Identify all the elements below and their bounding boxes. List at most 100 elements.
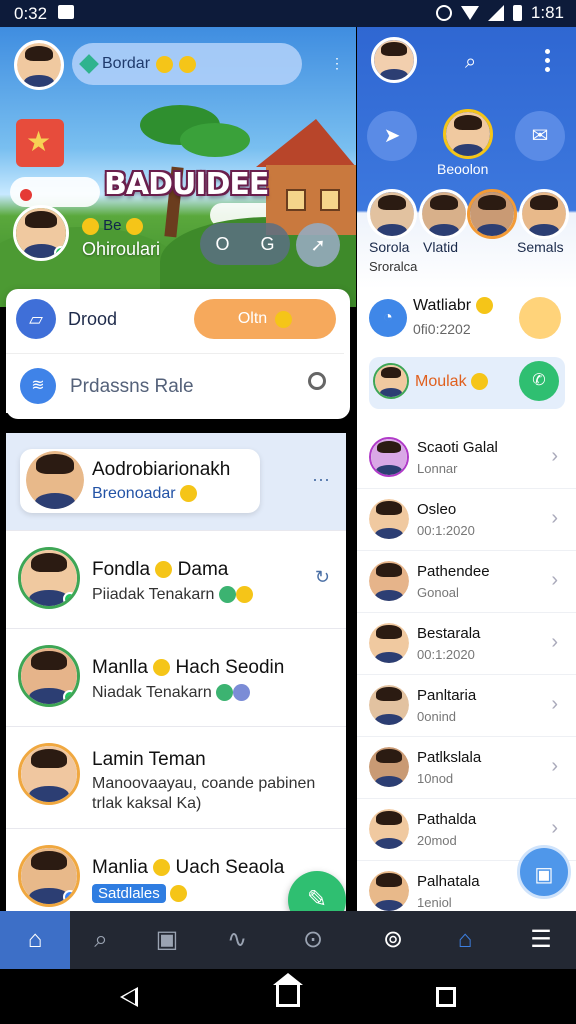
avatar (369, 499, 409, 539)
chat-name: Lamin Teman (92, 749, 206, 770)
list-item[interactable]: Scaoti Galal Lonnar › (357, 427, 576, 489)
highlight-title: Moulak (415, 373, 489, 391)
right-profile-avatar[interactable] (371, 37, 417, 83)
item-sub: 10nod (417, 771, 454, 786)
item-name: Palhatala (417, 873, 480, 890)
avatar (373, 363, 409, 399)
nav-inbox[interactable]: ▣ (136, 911, 198, 969)
profile-avatar[interactable] (14, 40, 64, 90)
nav-menu[interactable]: ☰ (510, 911, 572, 969)
avatar (18, 645, 80, 707)
app-badge-icon[interactable] (16, 119, 64, 167)
search-input[interactable]: Prdassns Rale (70, 376, 194, 398)
chat-name-first: Fondla (92, 559, 151, 580)
nav-search-bubble[interactable]: ⊚ (362, 911, 424, 969)
search-icon[interactable] (308, 372, 326, 390)
share-button[interactable]: ➚ (296, 223, 340, 267)
item-sub: 00:1:2020 (417, 523, 475, 538)
emoji-icon (235, 586, 253, 604)
control-b[interactable]: G (260, 234, 274, 255)
pinned-title: Watliabr (413, 297, 493, 315)
chevron-right-icon: › (551, 631, 558, 653)
house-roof (256, 119, 356, 167)
item-sub: Gonoal (417, 585, 459, 600)
avatar (369, 685, 409, 725)
chat-preview-line2: trlak kaksal Ka) (92, 795, 202, 812)
mail-icon (58, 5, 74, 19)
story-avatar[interactable] (467, 189, 517, 239)
online-status-icon (63, 592, 77, 606)
list-item[interactable]: Manlla Hach Seodin Niadak Tenakarn (6, 629, 346, 727)
orange-action-button[interactable]: Oltn (194, 299, 336, 339)
new-group-fab[interactable]: ▣ (517, 845, 571, 899)
pinned-card[interactable]: ◔ Watliabr 0fi0:2202 (369, 297, 565, 357)
me-line1-text: Be (103, 217, 122, 234)
back-icon[interactable] (120, 987, 138, 1007)
chat-name-second: Dama (177, 559, 229, 580)
status-icons: 1:81 (435, 3, 564, 23)
story-avatar[interactable] (367, 189, 417, 239)
search-bubble-icon: ⊚ (382, 926, 404, 953)
mail-button[interactable]: ✉ (515, 111, 565, 161)
emoji-icon (170, 885, 188, 903)
highlight-card[interactable]: Moulak ✆ (369, 357, 565, 409)
item-name: Panltaria (417, 687, 477, 704)
call-button[interactable]: ✆ (519, 361, 559, 401)
more-icon[interactable]: ⋮ (330, 55, 344, 72)
item-sub: 00:1:2020 (417, 647, 475, 662)
chevron-right-icon: › (551, 569, 558, 591)
recents-icon[interactable] (436, 987, 456, 1007)
list-item[interactable]: Lamin Teman Manoovaayau, coande pabinen … (6, 727, 346, 829)
nav-activity[interactable]: ∿ (206, 911, 268, 969)
list-item[interactable]: Panltaria 0onind › (357, 675, 576, 737)
list-item[interactable]: Osleo 00:1:2020 › (357, 489, 576, 551)
emoji-icon (275, 310, 293, 328)
search-bubble-icon[interactable]: ⌕ (465, 51, 476, 74)
story-avatar[interactable] (419, 189, 469, 239)
home-button-icon[interactable] (273, 973, 303, 1007)
wallet-button[interactable] (519, 297, 561, 339)
control-pill[interactable]: O G (200, 223, 290, 265)
story-avatar[interactable] (519, 189, 569, 239)
control-a[interactable]: O (215, 234, 229, 255)
drood-label: Drood (68, 309, 118, 329)
search-box[interactable]: ≋ Prdassns Rale (6, 353, 344, 413)
list-item[interactable]: Aodrobiarionakh Breonoadar ··· (6, 433, 346, 531)
emoji-icon (475, 297, 493, 315)
list-item[interactable]: Bestarala 00:1:2020 › (357, 613, 576, 675)
nav-location[interactable]: ⊙ (282, 911, 344, 969)
status-time-right: 1:81 (530, 3, 564, 22)
chat-bubble[interactable]: Aodrobiarionakh Breonoadar (20, 449, 260, 513)
avatar-face (370, 192, 414, 236)
online-status-icon (63, 890, 77, 904)
send-button[interactable]: ➤ (367, 111, 417, 161)
refresh-icon[interactable]: ↻ (315, 567, 330, 588)
nav-home[interactable]: ⌂ (0, 911, 70, 969)
avatar-face (369, 499, 409, 539)
avatar-face (522, 192, 566, 236)
avatar (18, 547, 80, 609)
avatar-face (369, 809, 409, 849)
chat-name: Fondla Dama (92, 559, 228, 581)
more-options-icon[interactable]: ··· (312, 469, 330, 490)
avatar-face (374, 40, 414, 80)
me-line1: Be (82, 217, 143, 235)
signal-icon (487, 5, 504, 21)
my-avatar[interactable] (13, 205, 69, 261)
wifi-icon (460, 6, 479, 20)
home-icon: ⌂ (27, 926, 43, 953)
emoji-icon (82, 217, 99, 235)
pinned-subtitle: 0fi0:2202 (413, 321, 471, 337)
nav-home-right[interactable]: ⌂ (434, 911, 496, 969)
more-vert-icon[interactable] (545, 49, 551, 73)
online-status-icon (54, 246, 66, 258)
status-time-left: 0:32 (14, 4, 48, 23)
top-search-pill[interactable]: Bordar (72, 43, 302, 85)
list-item[interactable]: Pathendee Gonoal › (357, 551, 576, 613)
avatar (369, 561, 409, 601)
nav-search[interactable]: ⌕ (70, 911, 132, 969)
list-item[interactable]: Patlkslala 10nod › (357, 737, 576, 799)
story-avatar-main[interactable] (443, 109, 493, 159)
image-icon[interactable]: ▱ (16, 299, 56, 339)
list-item[interactable]: Fondla Dama Piiadak Tenakarn ↻ (6, 531, 346, 629)
